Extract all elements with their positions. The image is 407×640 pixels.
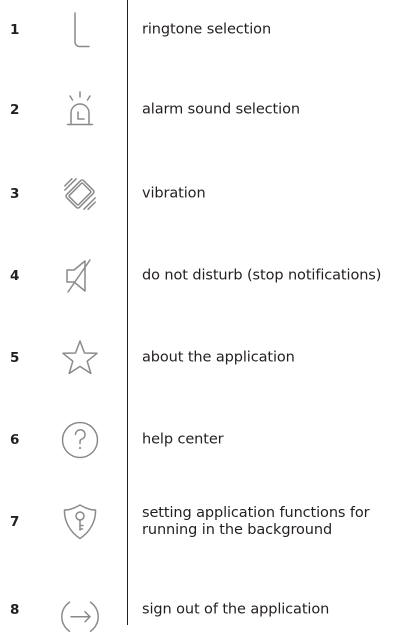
- row-number: 4: [10, 268, 20, 284]
- row-label: alarm sound selection: [142, 101, 300, 118]
- list-item-about: 5 about the application: [0, 328, 407, 388]
- row-label: do not disturb (stop notifications): [142, 267, 382, 284]
- row-number: 2: [10, 102, 20, 118]
- help-icon: [59, 419, 101, 461]
- shield-key-icon: [59, 501, 101, 543]
- row-number: 7: [10, 514, 20, 530]
- list-item-background-settings: 7 setting application functions for runn…: [0, 492, 407, 552]
- list-item-help-center: 6 help center: [0, 410, 407, 470]
- list-item-alarm: 2 alarm sound selection: [0, 80, 407, 140]
- row-number: 8: [10, 602, 20, 618]
- row-number: 3: [10, 186, 20, 202]
- row-number: 6: [10, 432, 20, 448]
- row-label: about the application: [142, 349, 295, 366]
- row-label: sign out of the application: [142, 601, 330, 618]
- star-icon: [59, 337, 101, 379]
- row-number: 1: [10, 22, 20, 38]
- row-label: vibration: [142, 185, 206, 202]
- row-number: 5: [10, 350, 20, 366]
- alarm-icon: [59, 89, 101, 131]
- list-item-vibration: 3 vibration: [0, 164, 407, 224]
- row-label: setting application functions for runnin…: [142, 505, 370, 538]
- list-item-ringtone: 1 ringtone selection: [0, 0, 407, 60]
- music-note-icon: [59, 9, 101, 51]
- row-label: ringtone selection: [142, 21, 272, 38]
- list-item-sign-out: 8 sign out of the application: [0, 580, 407, 640]
- row-label: help center: [142, 431, 224, 448]
- sign-out-icon: [59, 596, 101, 638]
- list-item-do-not-disturb: 4 do not disturb (stop notifications): [0, 246, 407, 306]
- vibration-icon: [59, 173, 101, 215]
- do-not-disturb-icon: [59, 255, 101, 297]
